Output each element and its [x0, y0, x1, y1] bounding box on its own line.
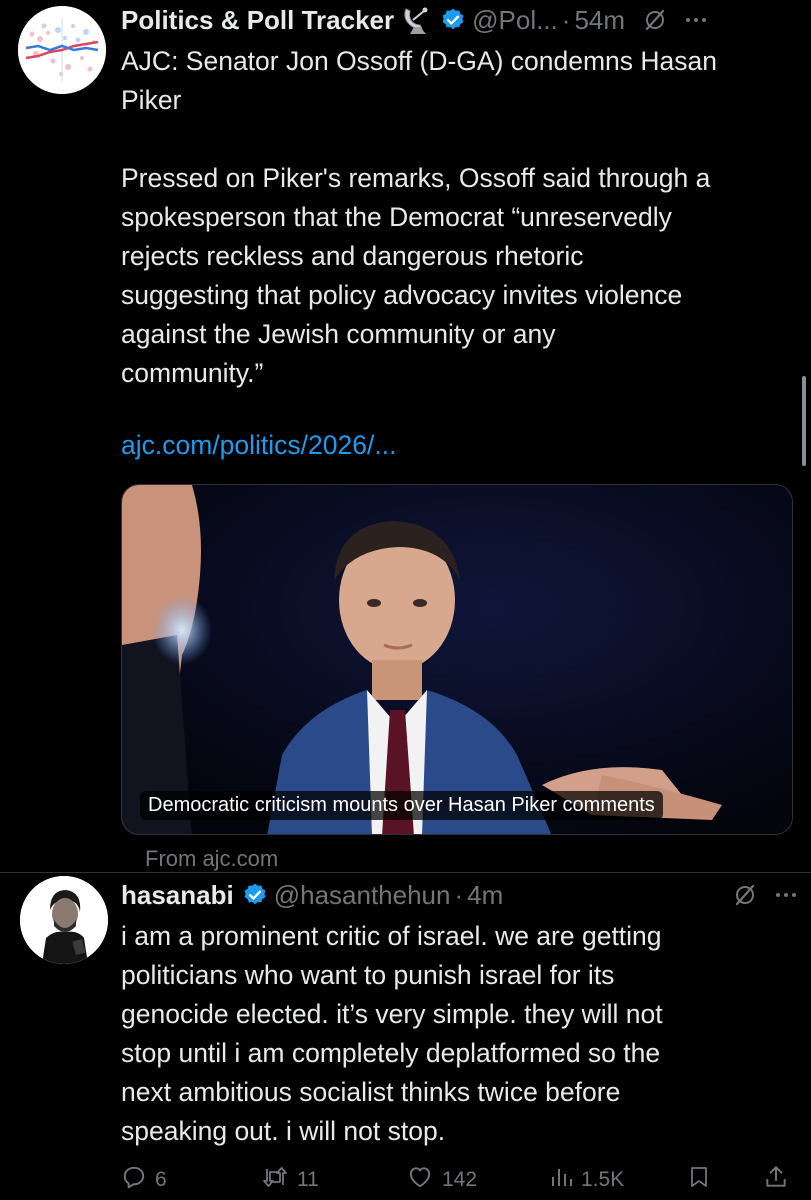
share-button[interactable] — [763, 1162, 789, 1198]
tweet-header: Politics & Poll Tracker @Pol... · 54m — [121, 2, 811, 38]
like-button[interactable]: 142 — [406, 1162, 477, 1198]
display-name[interactable]: Politics & Poll Tracker — [121, 5, 394, 36]
views-count: 1.5K — [581, 1168, 625, 1191]
tweet-text-line: genocide elected. it’s very simple. they… — [121, 999, 663, 1029]
tweet-text: AJC: Senator Jon Ossoff (D-GA) condemns … — [121, 42, 801, 393]
tweet-text: i am a prominent critic of israel. we ar… — [121, 917, 801, 1151]
grok-icon[interactable] — [643, 8, 667, 32]
more-options-icon[interactable] — [685, 16, 707, 24]
satellite-antenna-icon — [400, 5, 434, 35]
timestamp[interactable]: 4m — [467, 880, 503, 911]
tweet-text-line: next ambitious socialist thinks twice be… — [121, 1077, 621, 1107]
tweet-text-line: AJC: Senator Jon Ossoff (D-GA) condemns … — [121, 46, 718, 76]
reply-button[interactable]: 6 — [121, 1162, 167, 1198]
tweet-text-line: stop until i am completely deplatformed … — [121, 1038, 661, 1068]
bookmark-button[interactable] — [687, 1162, 711, 1198]
avatar[interactable] — [18, 6, 106, 94]
card-source[interactable]: From ajc.com — [145, 846, 278, 872]
tweet-text-line: community.” — [121, 358, 264, 388]
separator-dot: · — [561, 4, 571, 35]
tweet-actions: 6 11 142 1.5K — [121, 1162, 811, 1198]
tweet-text-line: i am a prominent critic of israel. we ar… — [121, 921, 662, 951]
share-icon — [763, 1164, 789, 1196]
tweet-header: hasanabi @hasanthehun · 4m — [121, 877, 811, 913]
like-count: 142 — [442, 1168, 478, 1191]
separator-dot: · — [454, 879, 464, 910]
display-name[interactable]: hasanabi — [121, 880, 234, 911]
views-button[interactable]: 1.5K — [549, 1162, 624, 1198]
divider — [0, 872, 811, 873]
verified-badge-icon — [242, 882, 268, 908]
heart-icon — [406, 1164, 434, 1196]
analytics-icon — [549, 1164, 573, 1196]
repost-button[interactable]: 11 — [261, 1162, 319, 1198]
reply-count: 6 — [155, 1168, 167, 1191]
card-image — [122, 485, 792, 834]
avatar[interactable] — [20, 876, 108, 964]
scrollbar-thumb[interactable] — [802, 376, 806, 466]
handle[interactable]: @hasanthehun — [274, 880, 451, 911]
tweet-text-line: spokesperson that the Democrat “unreserv… — [121, 202, 672, 232]
tweet-text-line — [121, 120, 801, 159]
timestamp[interactable]: 54m — [574, 5, 625, 36]
repost-count: 11 — [297, 1168, 319, 1191]
tweet-text-line: suggesting that policy advocacy invites … — [121, 280, 683, 310]
handle[interactable]: @Pol... — [472, 5, 558, 36]
reply-icon — [121, 1164, 147, 1196]
tweet-text-line: against the Jewish community or any — [121, 319, 556, 349]
verified-badge-icon — [440, 7, 466, 33]
tweet-text-line: Pressed on Piker's remarks, Ossoff said … — [121, 163, 711, 193]
repost-icon — [261, 1164, 289, 1196]
bookmark-icon — [687, 1164, 711, 1196]
tweet-text-line: Piker — [121, 85, 182, 115]
timeline: Politics & Poll Tracker @Pol... · 54m AJ… — [0, 0, 811, 1200]
tweet-text-line: rejects reckless and dangerous rhetoric — [121, 241, 584, 271]
tweet-politics-poll-tracker[interactable]: Politics & Poll Tracker @Pol... · 54m AJ… — [0, 0, 811, 872]
link-preview-card[interactable]: Democratic criticism mounts over Hasan P… — [121, 484, 793, 835]
tweet-text-line: speaking out. i will not stop. — [121, 1116, 446, 1146]
grok-icon[interactable] — [733, 883, 757, 907]
tweet-text-line: politicians who want to punish israel fo… — [121, 960, 615, 990]
article-link[interactable]: ajc.com/politics/2026/... — [121, 430, 396, 461]
card-caption: Democratic criticism mounts over Hasan P… — [140, 791, 663, 820]
more-options-icon[interactable] — [775, 891, 797, 899]
